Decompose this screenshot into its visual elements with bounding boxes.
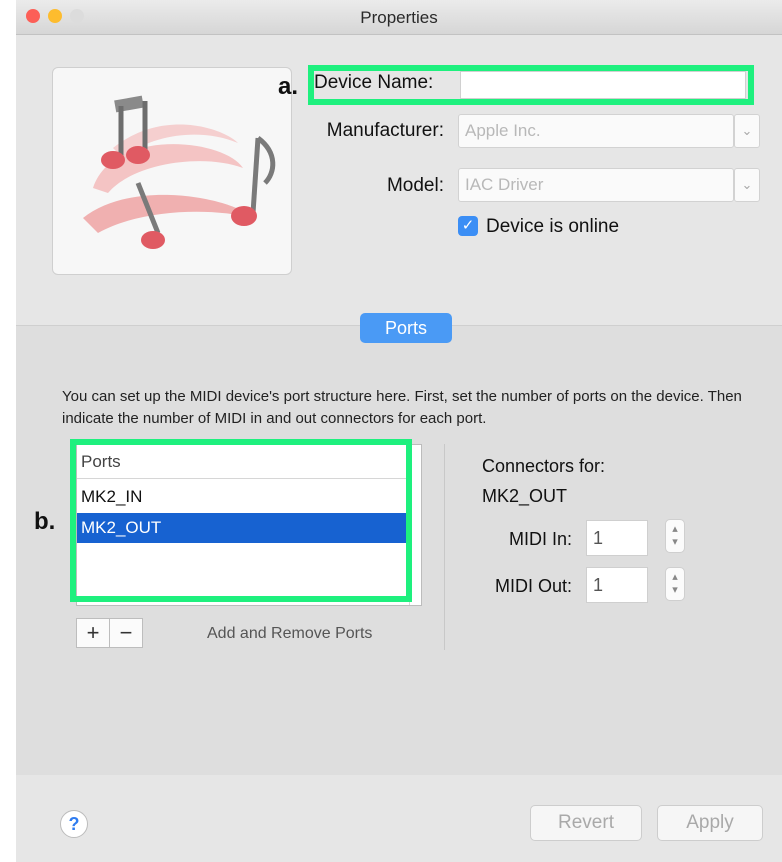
ports-description: You can set up the MIDI device's port st…	[62, 388, 742, 427]
add-remove-caption: Add and Remove Ports	[207, 625, 373, 642]
device-name-label: Device Name:	[314, 72, 434, 93]
manufacturer-field[interactable]: Apple Inc.	[458, 114, 734, 148]
apply-button[interactable]: Apply	[657, 805, 763, 841]
marker-b: b.	[34, 508, 56, 535]
remove-port-button[interactable]: −	[109, 618, 143, 648]
connectors-title: Connectors for:	[482, 456, 606, 476]
title-bar: Properties	[16, 0, 782, 35]
chevron-down-icon[interactable]: ⌄	[734, 168, 760, 202]
midi-in-field[interactable]: 1	[586, 520, 648, 556]
device-icon-well	[52, 67, 292, 275]
stepper-arrows-icon[interactable]: ▴ ▾	[665, 567, 685, 601]
section-divider	[444, 444, 445, 650]
chevron-down-icon[interactable]: ⌄	[734, 114, 760, 148]
midi-notes-icon	[83, 95, 276, 249]
midi-out-field[interactable]: 1	[586, 567, 648, 603]
add-port-button[interactable]: +	[76, 618, 110, 648]
ports-section: You can set up the MIDI device's port st…	[16, 325, 782, 776]
footer: ? Revert Apply	[16, 775, 782, 862]
marker-a: a.	[278, 73, 299, 100]
tab-ports[interactable]: Ports	[360, 313, 452, 343]
midi-out-label: MIDI Out:	[494, 576, 572, 596]
device-name-input[interactable]	[460, 71, 746, 99]
revert-button[interactable]: Revert	[530, 805, 642, 841]
stepper-arrows-icon[interactable]: ▴ ▾	[665, 519, 685, 553]
device-info-section: a. Device Name: Manufacturer: Apple Inc.…	[16, 35, 782, 325]
connectors-port-name: MK2_OUT	[482, 486, 568, 506]
device-online-checkbox[interactable]: ✓	[458, 216, 478, 236]
help-button[interactable]: ?	[60, 810, 88, 838]
properties-window: Properties a. Device Name: Manufacturer:…	[16, 0, 782, 862]
model-label: Model:	[386, 175, 444, 196]
ports-table-highlight	[70, 439, 412, 602]
checkmark-icon: ✓	[461, 217, 475, 234]
manufacturer-label: Manufacturer:	[326, 120, 444, 141]
device-online-label[interactable]: Device is online	[486, 216, 619, 238]
window-title: Properties	[360, 8, 438, 27]
model-field[interactable]: IAC Driver	[458, 168, 734, 202]
midi-in-label: MIDI In:	[508, 529, 572, 549]
